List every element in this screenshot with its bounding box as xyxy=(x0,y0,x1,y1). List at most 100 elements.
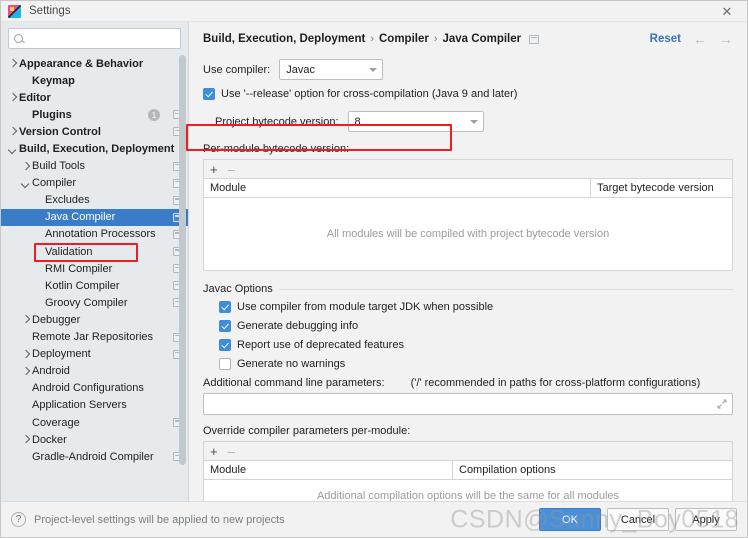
sidebar-item-build-execution-deployment[interactable]: Build, Execution, Deployment xyxy=(1,140,188,157)
sidebar-item-docker[interactable]: Docker xyxy=(1,431,188,448)
release-option-checkbox[interactable] xyxy=(203,88,215,100)
additional-params-input[interactable] xyxy=(203,393,733,415)
ok-button[interactable]: OK xyxy=(539,508,601,531)
breadcrumb-separator-1: › xyxy=(433,33,438,45)
sidebar-item-label: Editor xyxy=(19,91,51,104)
config-scope-icon[interactable] xyxy=(529,34,540,44)
chevron-right-icon[interactable] xyxy=(20,366,31,377)
use-compiler-select[interactable]: Javac xyxy=(279,59,384,80)
sidebar-item-android[interactable]: Android xyxy=(1,363,188,380)
chevron-right-icon[interactable] xyxy=(20,161,31,172)
javac-options-title: Javac Options xyxy=(203,283,273,295)
chevron-down-icon[interactable] xyxy=(7,144,18,155)
sidebar-item-label: Gradle-Android Compiler xyxy=(32,450,154,463)
sidebar-item-appearance-behavior[interactable]: Appearance & Behavior xyxy=(1,55,188,72)
javac-option-label: Report use of deprecated features xyxy=(237,339,404,351)
sidebar-item-label: Keymap xyxy=(32,74,75,87)
sidebar-item-label: Debugger xyxy=(32,313,81,326)
javac-option-checkbox-0[interactable] xyxy=(219,301,231,313)
sidebar-item-keymap[interactable]: Keymap xyxy=(1,72,188,89)
dialog-body: Appearance & Behavior Keymap Editor Plugins… xyxy=(1,22,747,513)
project-bytecode-select[interactable]: 8 xyxy=(347,111,484,132)
sidebar-item-label: Java Compiler xyxy=(45,211,116,224)
sidebar-item-compiler[interactable]: Compiler xyxy=(1,175,188,192)
javac-option-checkbox-1[interactable] xyxy=(219,320,231,332)
javac-option-row-3[interactable]: Generate no warnings xyxy=(219,358,733,370)
chevron-right-icon[interactable] xyxy=(7,126,18,137)
chevron-right-icon[interactable] xyxy=(20,314,31,325)
expand-icon[interactable] xyxy=(717,399,727,409)
release-option-row[interactable]: Use '--release' option for cross-compila… xyxy=(203,88,733,100)
chevron-right-icon[interactable] xyxy=(20,434,31,445)
footer-buttons: OK Cancel Apply xyxy=(539,508,737,531)
breadcrumb-item-1[interactable]: Compiler xyxy=(379,33,429,45)
forward-arrow-icon[interactable]: → xyxy=(719,32,733,46)
search-box[interactable] xyxy=(8,28,181,49)
sidebar-item-build-tools[interactable]: Build Tools xyxy=(1,158,188,175)
sidebar-item-deployment[interactable]: Deployment xyxy=(1,346,188,363)
close-icon[interactable]: ✕ xyxy=(707,1,747,22)
sidebar-item-label: Deployment xyxy=(32,348,91,361)
breadcrumb-item-0[interactable]: Build, Execution, Deployment xyxy=(203,33,365,45)
chevron-down-icon xyxy=(465,112,483,131)
add-module-button[interactable]: + xyxy=(210,163,218,176)
sidebar-item-label: Appearance & Behavior xyxy=(19,57,144,70)
help-icon[interactable]: ? xyxy=(11,512,26,527)
sidebar-item-plugins[interactable]: Plugins 1 xyxy=(1,106,188,123)
column-header-target-bytecode[interactable]: Target bytecode version xyxy=(590,179,732,197)
sidebar-item-gradle-android-compiler[interactable]: Gradle-Android Compiler xyxy=(1,448,188,465)
settings-sidebar: Appearance & Behavior Keymap Editor Plugins… xyxy=(1,22,189,501)
column-header-module-2[interactable]: Module xyxy=(204,461,452,479)
use-compiler-value: Javac xyxy=(286,63,315,76)
sidebar-item-kotlin-compiler[interactable]: Kotlin Compiler xyxy=(1,277,188,294)
per-module-table-empty: All modules will be compiled with projec… xyxy=(204,198,732,270)
reset-button[interactable]: Reset xyxy=(650,33,681,45)
settings-tree[interactable]: Appearance & Behavior Keymap Editor Plugins… xyxy=(1,54,188,501)
column-header-compilation-options[interactable]: Compilation options xyxy=(452,461,732,479)
sidebar-item-version-control[interactable]: Version Control xyxy=(1,123,188,140)
sidebar-item-groovy-compiler[interactable]: Groovy Compiler xyxy=(1,294,188,311)
javac-option-row-2[interactable]: Report use of deprecated features xyxy=(219,339,733,351)
back-arrow-icon[interactable]: ← xyxy=(693,32,707,46)
chevron-right-icon[interactable] xyxy=(7,92,18,103)
sidebar-item-android-configurations[interactable]: Android Configurations xyxy=(1,380,188,397)
search-input[interactable] xyxy=(28,32,175,45)
javac-option-checkbox-2[interactable] xyxy=(219,339,231,351)
sidebar-item-label: Application Servers xyxy=(32,399,127,412)
javac-option-row-0[interactable]: Use compiler from module target JDK when… xyxy=(219,301,733,313)
sidebar-item-coverage[interactable]: Coverage xyxy=(1,414,188,431)
sidebar-scrollbar[interactable] xyxy=(179,55,186,465)
column-header-module[interactable]: Module xyxy=(204,179,590,197)
sidebar-item-remote-jar-repositories[interactable]: Remote Jar Repositories xyxy=(1,329,188,346)
chevron-down-icon[interactable] xyxy=(20,178,31,189)
chevron-right-icon[interactable] xyxy=(7,58,18,69)
add-override-button[interactable]: + xyxy=(210,445,218,458)
sidebar-item-java-compiler[interactable]: Java Compiler xyxy=(1,208,188,226)
cancel-button[interactable]: Cancel xyxy=(607,508,669,531)
apply-button[interactable]: Apply xyxy=(675,508,737,531)
remove-module-button[interactable]: – xyxy=(228,163,235,176)
sidebar-item-debugger[interactable]: Debugger xyxy=(1,311,188,328)
sidebar-item-excludes[interactable]: Excludes xyxy=(1,192,188,209)
remove-override-button[interactable]: – xyxy=(228,445,235,458)
override-table-header: Module Compilation options xyxy=(204,461,732,480)
sidebar-item-editor[interactable]: Editor xyxy=(1,89,188,106)
javac-option-row-1[interactable]: Generate debugging info xyxy=(219,320,733,332)
sidebar-item-rmi-compiler[interactable]: RMI Compiler xyxy=(1,260,188,277)
sidebar-item-annotation-processors[interactable]: Annotation Processors xyxy=(1,226,188,243)
intellij-idea-icon xyxy=(8,4,21,18)
javac-option-checkbox-3[interactable] xyxy=(219,358,231,370)
chevron-right-icon[interactable] xyxy=(20,349,31,360)
javac-options-group: Javac Options Use compiler from module t… xyxy=(203,283,733,415)
search-icon xyxy=(14,33,25,44)
breadcrumb-item-2[interactable]: Java Compiler xyxy=(443,33,522,45)
sidebar-item-validation[interactable]: Validation xyxy=(1,243,188,260)
sidebar-item-application-servers[interactable]: Application Servers xyxy=(1,397,188,414)
override-table-toolbar: + – xyxy=(204,442,732,461)
